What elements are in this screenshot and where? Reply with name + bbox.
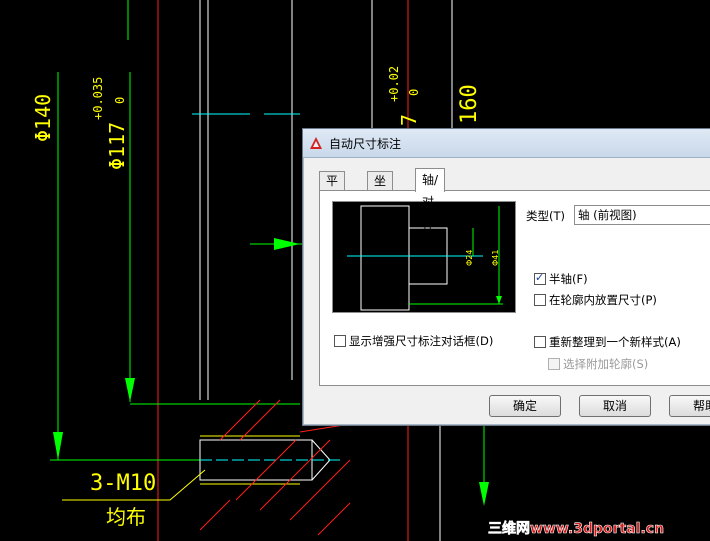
watermark: 三维网www.3dportal.cn (488, 520, 664, 538)
dim-text-phi140: Φ140 (31, 94, 55, 142)
tol-text-partial-upper: +0.02 (387, 66, 401, 102)
dialog-title: 自动尺寸标注 (329, 137, 402, 151)
tol-text-lower: 0 (113, 97, 127, 104)
dim-arrow (479, 482, 489, 506)
regroup-checkbox[interactable] (534, 336, 546, 348)
thread-note: 均布 (106, 505, 146, 529)
preview-dim1: Φ24 (465, 250, 474, 266)
autocad-app-icon (310, 137, 322, 149)
cancel-button[interactable]: 取消 (579, 395, 651, 417)
dialog-titlebar[interactable]: 自动尺寸标注 (303, 129, 710, 158)
tab-axis-symmetric[interactable]: 轴/对称 (415, 168, 446, 231)
dim-arrow (125, 378, 135, 402)
tab-coordinate[interactable]: 坐标 (367, 171, 394, 207)
auto-dimension-dialog[interactable]: 自动尺寸标注 平行 坐标 轴/对称 Φ24 Φ41 类型(T) 轴 (前视图) … (302, 128, 710, 426)
dim-arrow (274, 238, 300, 250)
inside-contour-checkbox[interactable] (534, 294, 546, 306)
dim-arrow (53, 432, 63, 460)
select-extra-checkbox (548, 358, 560, 370)
tab-panel: Φ24 Φ41 类型(T) 轴 (前视图) 半轴(F) 在轮廓内放置尺寸(P) … (319, 190, 710, 386)
type-select[interactable]: 轴 (前视图) (574, 205, 710, 225)
show-enhanced-checkbox[interactable] (334, 335, 346, 347)
ok-button[interactable]: 确定 (489, 395, 561, 417)
thread-label: 3-M10 (90, 471, 156, 496)
preview-dim2: Φ41 (491, 250, 500, 266)
tol-text-upper: +0.035 (91, 77, 105, 120)
tol-text-partial-lower: 0 (407, 89, 421, 96)
tab-parallel[interactable]: 平行 (319, 171, 346, 207)
select-extra-label: 选择附加轮廓(S) (563, 357, 649, 371)
watermark-text: 三维网www.3dportal.cn (488, 520, 664, 537)
type-label: 类型(T) (526, 209, 565, 223)
dim-text-phi117: Φ117 (105, 122, 129, 170)
show-enhanced-label: 显示增强尺寸标注对话框(D) (349, 334, 494, 348)
inside-contour-label: 在轮廓内放置尺寸(P) (549, 293, 657, 307)
help-button[interactable]: 帮助 (669, 395, 710, 417)
half-axis-label: 半轴(F) (549, 272, 588, 286)
regroup-label: 重新整理到一个新样式(A) (549, 335, 681, 349)
dim-text-partial: 7 (397, 114, 421, 126)
dim-text-160: 160 (457, 84, 482, 124)
half-axis-checkbox[interactable] (534, 271, 546, 285)
